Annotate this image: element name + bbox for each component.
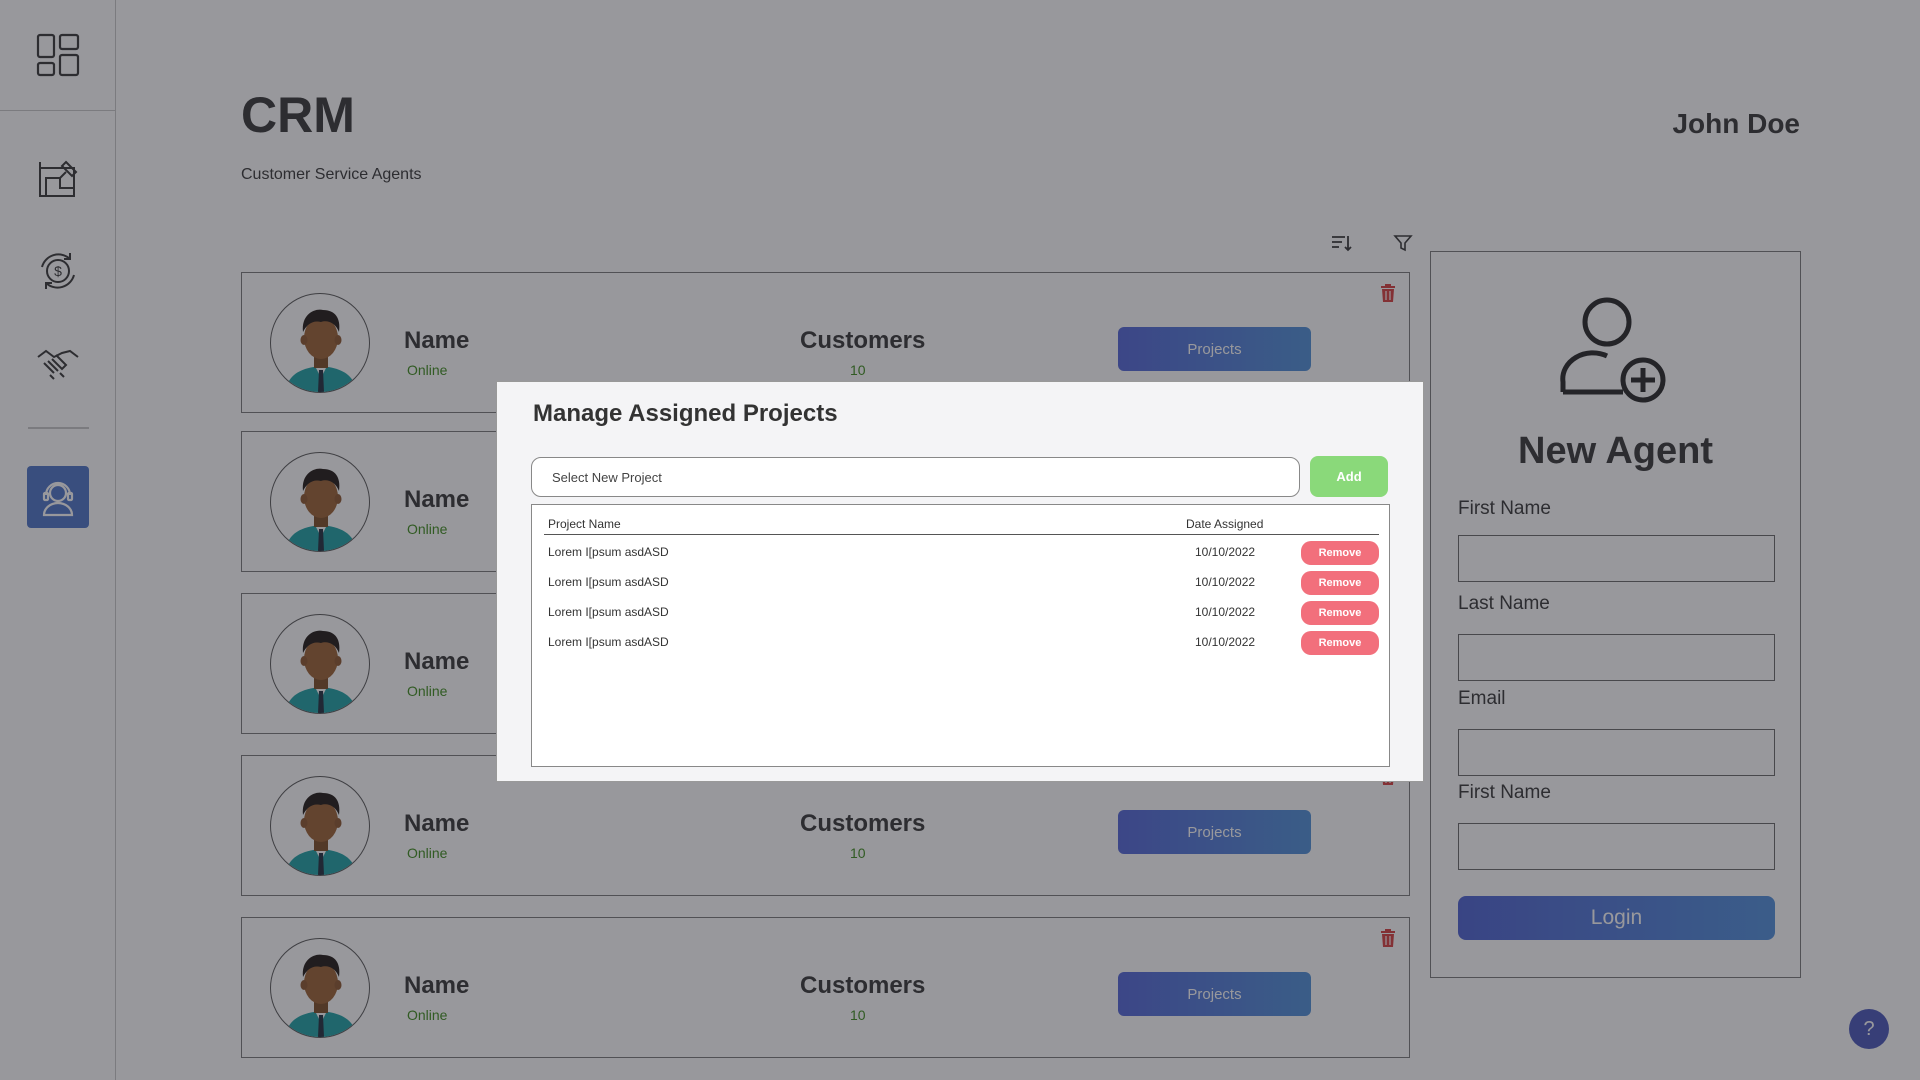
remove-button[interactable]: Remove: [1301, 601, 1379, 625]
date-assigned: 10/10/2022: [1195, 545, 1256, 559]
table-row: Lorem I[psum asdASD 10/10/2022 Remove: [544, 631, 1379, 655]
project-select[interactable]: Select New Project: [531, 457, 1300, 497]
projects-table: Project Name Date Assigned Lorem I[psum …: [531, 504, 1390, 767]
project-name: Lorem I[psum asdASD: [548, 545, 669, 559]
table-header: Project Name Date Assigned: [544, 515, 1379, 535]
date-assigned: 10/10/2022: [1195, 575, 1256, 589]
add-project-button[interactable]: Add: [1310, 456, 1388, 497]
table-row: Lorem I[psum asdASD 10/10/2022 Remove: [544, 601, 1379, 625]
remove-button[interactable]: Remove: [1301, 571, 1379, 595]
table-row: Lorem I[psum asdASD 10/10/2022 Remove: [544, 571, 1379, 595]
date-assigned: 10/10/2022: [1195, 605, 1256, 619]
project-name: Lorem I[psum asdASD: [548, 635, 669, 649]
project-select-placeholder: Select New Project: [552, 469, 662, 485]
remove-button[interactable]: Remove: [1301, 541, 1379, 565]
column-project-name: Project Name: [548, 517, 621, 531]
project-name: Lorem I[psum asdASD: [548, 605, 669, 619]
date-assigned: 10/10/2022: [1195, 635, 1256, 649]
modal-title: Manage Assigned Projects: [533, 400, 838, 427]
manage-projects-modal: Manage Assigned Projects Select New Proj…: [496, 381, 1424, 782]
remove-button[interactable]: Remove: [1301, 631, 1379, 655]
project-name: Lorem I[psum asdASD: [548, 575, 669, 589]
table-row: Lorem I[psum asdASD 10/10/2022 Remove: [544, 541, 1379, 565]
column-date-assigned: Date Assigned: [1186, 517, 1264, 531]
